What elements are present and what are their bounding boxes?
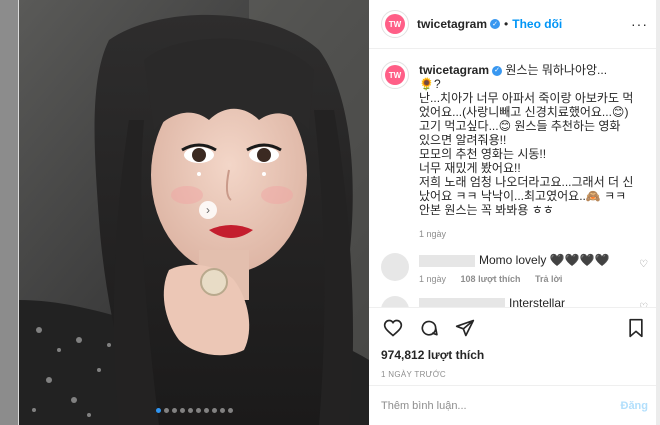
like-heart-icon[interactable]: [381, 316, 405, 340]
post-timestamp: 1 NGÀY TRƯỚC: [381, 370, 447, 379]
comment-input[interactable]: [381, 399, 621, 412]
comment-like-icon[interactable]: ♡: [639, 302, 648, 307]
add-comment-bar: Đăng: [369, 385, 660, 425]
author-avatar-logo: TW: [385, 14, 405, 34]
carousel-dots: [19, 408, 369, 413]
header-separator: •: [504, 17, 509, 31]
action-icons: [381, 316, 648, 340]
carousel-dot: [219, 408, 225, 413]
caption-line: 저희 노래 엄청 나오더라고요...그래서 더 신: [419, 175, 634, 189]
caption-line: 너무 재밌게 봤어요!!: [419, 161, 521, 175]
likes-count[interactable]: 974,812 lượt thích: [381, 348, 648, 362]
post-header: TW twicetagram ✓ • Theo dõi ···: [369, 0, 660, 49]
caption-line: 안본 원스는 꼭 봐봐용 ㅎㅎ: [419, 203, 554, 217]
photo-illustration: [19, 0, 369, 425]
redacted-username: [419, 297, 505, 307]
author-avatar[interactable]: TW: [381, 10, 409, 38]
caption-line: 었어요...(사랑니빼고 신경치료했어요...😊): [419, 105, 629, 119]
comment-text: Momo lovely 🖤🖤🖤🖤: [479, 253, 610, 267]
caption-username[interactable]: twicetagram: [419, 63, 489, 77]
comments-area: TW twicetagram ✓ 원스는 뭐하나아앙... 🌻? 난...치아가 …: [369, 49, 660, 307]
carousel-dot: [171, 408, 177, 413]
comment-body: Interstellar: [419, 296, 648, 307]
caption-age: 1 ngày: [419, 229, 447, 239]
carousel-dot: [179, 408, 185, 413]
share-send-icon[interactable]: [453, 316, 477, 340]
comment-body: Momo lovely 🖤🖤🖤🖤 1 ngày 108 lượt thích T…: [419, 253, 648, 284]
post-comment-button[interactable]: Đăng: [621, 400, 649, 412]
caption-line: 원스는 뭐하나아앙...: [505, 63, 608, 77]
more-options-icon[interactable]: ···: [631, 16, 648, 32]
caption-first-line: twicetagram ✓ 원스는 뭐하나아앙...: [419, 63, 633, 77]
comment-likes-count[interactable]: 108 lượt thích: [461, 274, 521, 284]
comment-item: Interstellar ♡: [381, 296, 648, 307]
comment-text: Interstellar: [509, 296, 566, 307]
follow-button[interactable]: Theo dõi: [512, 17, 562, 31]
post-sidebar: TW twicetagram ✓ • Theo dõi ··· TW twice…: [369, 0, 660, 425]
carousel-dot: [195, 408, 201, 413]
post-photo[interactable]: ›: [19, 0, 369, 425]
carousel-dot: [163, 408, 169, 413]
comment-item: Momo lovely 🖤🖤🖤🖤 1 ngày 108 lượt thích T…: [381, 253, 648, 284]
commenter-avatar[interactable]: [381, 296, 409, 307]
comment-like-icon[interactable]: ♡: [639, 259, 648, 270]
caption-text: twicetagram ✓ 원스는 뭐하나아앙... 🌻? 난...치아가 너무 …: [419, 63, 633, 241]
post-modal: › TW twicetagram ✓ • Theo dõi ··· TW twi…: [18, 0, 660, 425]
caption-line: 모모의 추천 영화는 시동!!: [419, 147, 547, 161]
author-username[interactable]: twicetagram: [417, 17, 487, 31]
verified-badge-icon: ✓: [490, 19, 501, 29]
comment-age: 1 ngày: [419, 274, 447, 284]
carousel-dot: [155, 408, 161, 413]
page-scrollbar[interactable]: [656, 0, 660, 425]
caption-line: 있으면 알려줘용!!: [419, 133, 507, 147]
verified-badge-icon: ✓: [492, 65, 503, 76]
comment-meta: 1 ngày 108 lượt thích Trả lời: [419, 274, 648, 284]
caption-avatar[interactable]: TW: [381, 61, 409, 89]
reply-button[interactable]: Trả lời: [535, 274, 562, 284]
carousel-dot: [227, 408, 233, 413]
next-photo-button[interactable]: ›: [199, 201, 217, 219]
caption-line: 🌻?: [419, 77, 441, 91]
caption: TW twicetagram ✓ 원스는 뭐하나아앙... 🌻? 난...치아가 …: [381, 61, 648, 241]
caption-line: 났어요 ㅋㅋ 낙낙이...최고였어요..🙈 ㅋㅋ: [419, 189, 627, 203]
carousel-dot: [187, 408, 193, 413]
comment-bubble-icon[interactable]: [417, 316, 441, 340]
carousel-dot: [203, 408, 209, 413]
redacted-username: [419, 254, 475, 267]
bookmark-icon[interactable]: [624, 316, 648, 340]
caption-avatar-logo: TW: [385, 65, 405, 85]
carousel-dot: [211, 408, 217, 413]
caption-line: 고기 먹고싶다...😊 원스들 추천하는 영화: [419, 119, 621, 133]
commenter-avatar[interactable]: [381, 253, 409, 281]
caption-line: 난...치아가 너무 아파서 죽이랑 아보카도 먹: [419, 91, 634, 105]
